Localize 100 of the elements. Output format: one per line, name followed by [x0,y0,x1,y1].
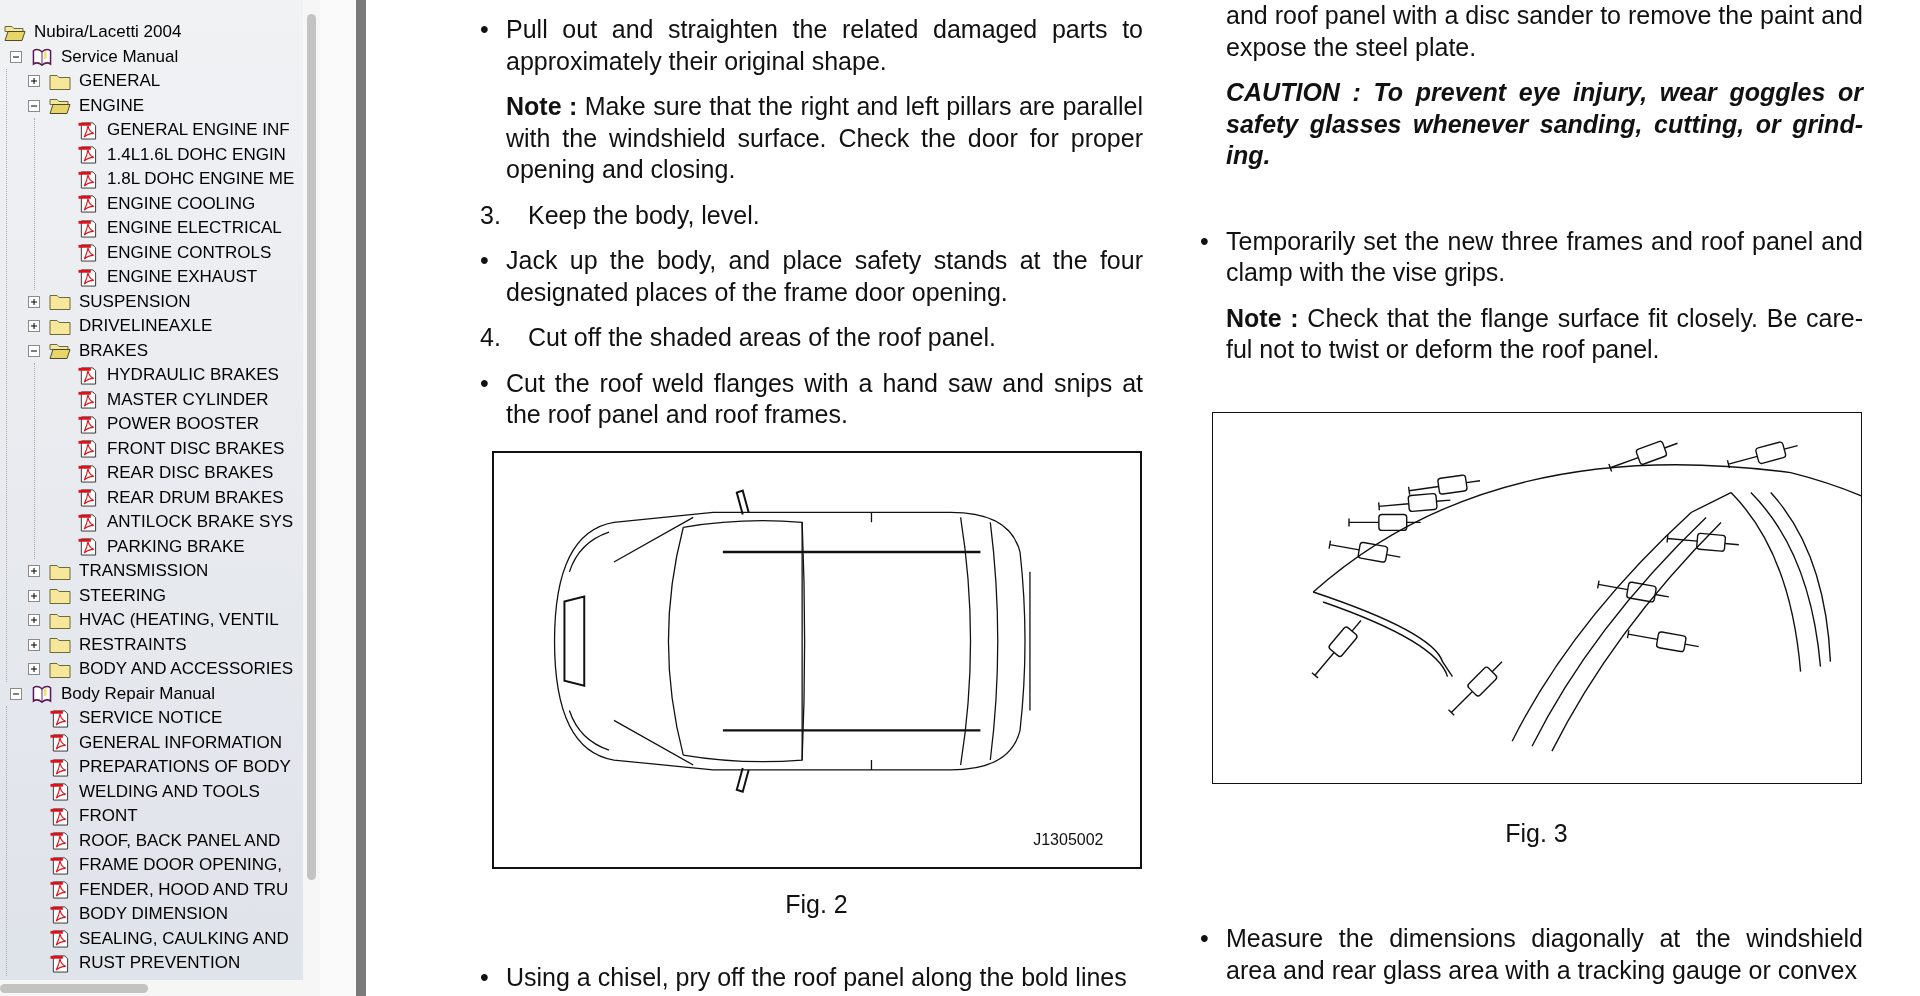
tree-item[interactable]: GENERAL INFORMATION [79,732,283,753]
bullet-text: Jack up the body, and place safety stands at the four designated places of the frame door opening. [506,245,1143,308]
tree-item[interactable]: Service Manual [61,46,179,67]
pdf-file-icon [49,953,71,973]
tree-item[interactable]: BODY DIMENSION [79,904,228,925]
bullet-text: Temporarily set the new three frames and roof panel and clamp with the vise grips. [1226,225,1863,288]
tree-item[interactable]: BRAKES [79,340,148,361]
pdf-file-icon [49,782,71,802]
tree-item[interactable]: DRIVELINEAXLE [79,316,213,337]
folder-icon [49,292,71,312]
pdf-file-icon [77,488,99,508]
caution-text: CAUTION : To prevent eye injury, wear goggles or safety glasses whenever sanding, cutting, or grind-ing. [1225,77,1863,171]
tree-item[interactable]: GENERAL ENGINE INF [107,120,290,141]
tree-item[interactable]: Nubira/Lacetti 2004 [34,22,182,43]
pdf-file-icon [77,145,99,165]
pdf-file-icon [49,880,71,900]
pdf-file-icon [77,218,99,238]
bullet-mark: • [480,14,490,45]
bullet-text: Using a chisel, pry off the roof panel along the bold lines [506,962,1128,993]
pdf-file-icon [77,537,99,557]
tree-item[interactable]: WELDING AND TOOLS [79,781,260,802]
tree-item[interactable]: REAR DRUM BRAKES [107,487,284,508]
tree-item[interactable]: SEALING, CAULKING AND [79,928,289,949]
tree-item[interactable]: REAR DISC BRAKES [107,463,274,484]
step-text: Keep the body, level. [528,199,761,231]
bullet-mark: • [1200,923,1210,954]
tree-item[interactable]: ENGINE COOLING [107,193,256,214]
open-folder-icon [49,96,71,116]
tree-item[interactable]: HYDRAULIC BRAKES [107,365,279,386]
tree-item[interactable]: 1.4L1.6L DOHC ENGIN [107,144,286,165]
expand-icon[interactable] [28,638,40,651]
expand-icon[interactable] [28,565,40,578]
figure-caption: Fig. 2 [785,888,848,920]
tree-item[interactable]: POWER BOOSTER [107,414,260,435]
tree-item[interactable]: SUSPENSION [79,291,191,312]
body-text: and roof panel with a disc sander to remove the paint and expose the steel plate. [1225,0,1863,63]
tree-item[interactable]: FENDER, HOOD AND TRU [79,879,289,900]
bullet-mark: • [1200,225,1210,257]
tree-item[interactable]: RUST PREVENTION [79,953,241,974]
open-folder-icon [49,341,71,361]
expand-icon[interactable] [28,663,40,676]
tree-item[interactable]: PARKING BRAKE [107,536,245,557]
expand-icon[interactable] [28,320,40,333]
pdf-file-icon [77,120,99,140]
pdf-file-icon [77,512,99,532]
pdf-file-icon [77,267,99,287]
tree-item[interactable]: HVAC (HEATING, VENTIL [79,610,279,631]
scrollbar-thumb[interactable] [0,984,148,993]
folder-icon [49,586,71,606]
pdf-file-icon [77,365,99,385]
book-icon [31,47,53,67]
pdf-file-icon [49,806,71,826]
expand-icon[interactable] [28,75,40,88]
pdf-file-icon [49,831,71,851]
pdf-file-icon [49,929,71,949]
tree-item[interactable]: FRAME DOOR OPENING, [79,855,283,876]
figure-caption: Fig. 3 [1505,817,1568,849]
pdf-file-icon [49,904,71,924]
tree-item[interactable]: TRANSMISSION [79,561,209,582]
tree-item[interactable]: SERVICE NOTICE [79,708,223,729]
expand-icon[interactable] [28,614,40,627]
collapse-icon[interactable] [10,687,22,700]
collapse-icon[interactable] [28,99,40,112]
collapse-icon[interactable] [28,344,40,357]
pdf-file-icon [49,757,71,777]
pdf-file-icon [49,733,71,753]
tree-item[interactable]: ENGINE [79,95,145,116]
collapse-icon[interactable] [10,50,22,63]
tree-item[interactable]: RESTRAINTS [79,634,187,655]
bullet-text: Cut the roof weld flanges with a hand saw and snips at the roof panel and roof frames. [506,367,1143,430]
tree-item[interactable]: FRONT [79,806,138,827]
pdf-file-icon [77,463,99,483]
step-number: 4. [480,322,502,353]
expand-icon[interactable] [28,589,40,602]
tree-item[interactable]: MASTER CYLINDER [107,389,269,410]
tree-item[interactable]: Body Repair Manual [61,683,216,704]
tree-item[interactable]: 1.8L DOHC ENGINE ME [107,169,295,190]
scrollbar-thumb[interactable] [307,14,316,880]
tree-item[interactable]: ENGINE CONTROLS [107,242,272,263]
pdf-file-icon [77,243,99,263]
expand-icon[interactable] [28,295,40,308]
tree-item[interactable]: BODY AND ACCESSORIES [79,659,294,680]
tree-item[interactable]: ENGINE ELECTRICAL [107,218,282,239]
tree-item[interactable]: STEERING [79,585,166,606]
tree-item[interactable]: ANTILOCK BRAKE SYS [107,512,294,533]
tree-item[interactable]: GENERAL [79,71,161,92]
tree-item[interactable]: PREPARATIONS OF BODY [79,757,291,778]
pdf-file-icon [49,708,71,728]
tree-item[interactable]: FRONT DISC BRAKES [107,438,285,459]
figure-code: J1305002 [1033,830,1104,849]
step-text: Cut off the shaded areas of the roof panel. [528,322,997,353]
bullet-text: Measure the dimensions diagonally at the windshield area and rear glass area with a tracking gauge or convex [1226,923,1863,986]
pdf-file-icon [77,390,99,410]
tree-item[interactable]: ENGINE EXHAUST [107,267,258,288]
bullet-mark: • [480,367,490,399]
pdf-file-icon [77,194,99,214]
note-text: Note : Make sure that the right and left pillars are parallel with the windshield surface. Check the door for proper opening and closing. [505,91,1143,185]
tree-item[interactable]: ROOF, BACK PANEL AND [79,830,281,851]
step-number: 3. [480,199,502,231]
pdf-file-icon [49,855,71,875]
